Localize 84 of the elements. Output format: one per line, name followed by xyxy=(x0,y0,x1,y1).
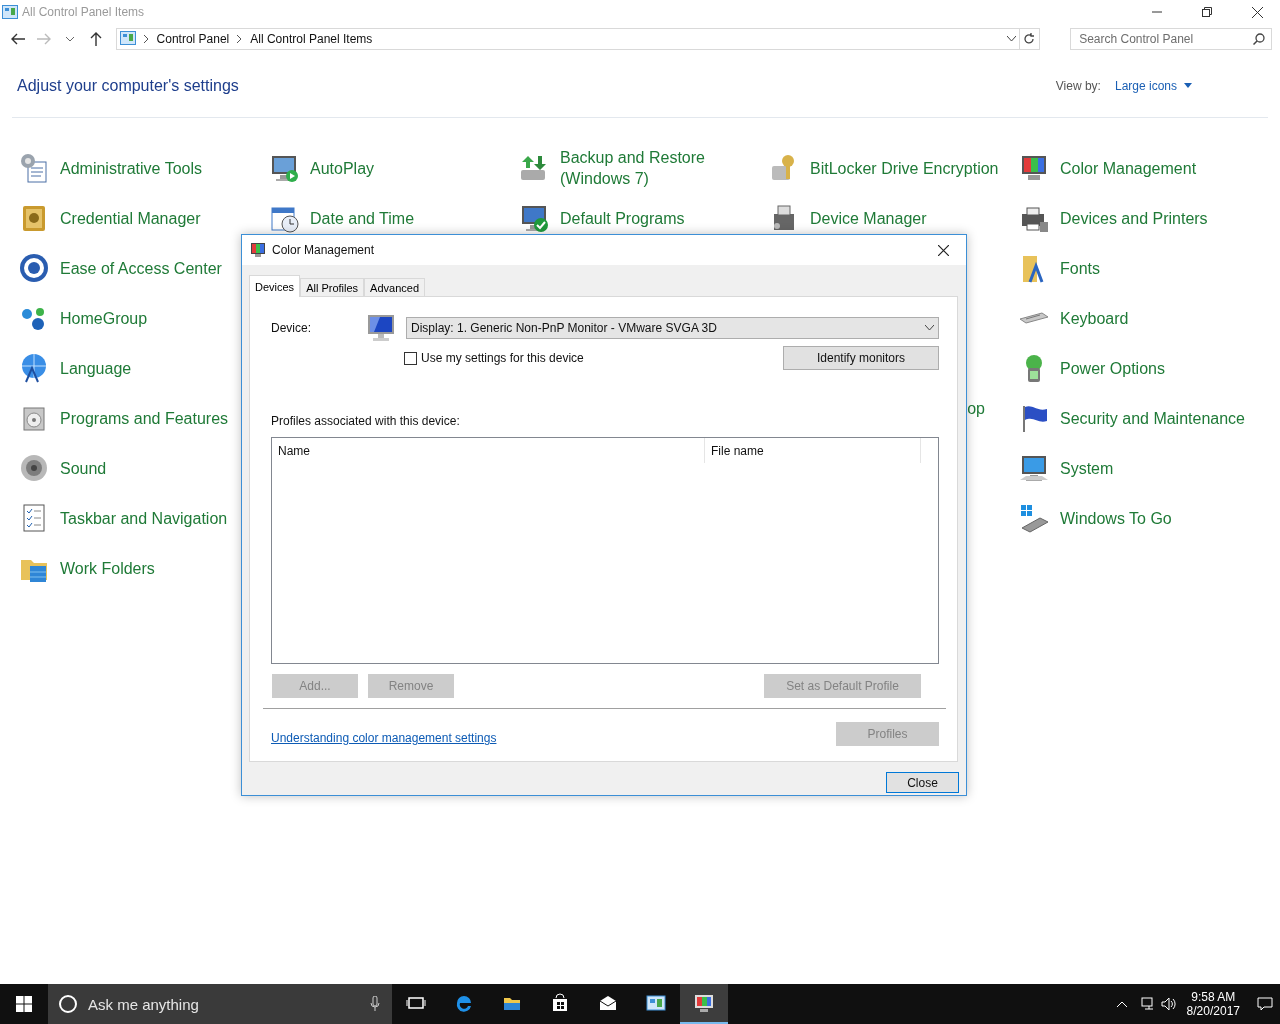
gear-icon xyxy=(18,152,50,184)
profiles-list[interactable]: Name File name xyxy=(271,437,939,664)
control-panel-item[interactable]: Backup and Restore (Windows 7) xyxy=(518,143,755,193)
dropdown-caret-icon xyxy=(1007,36,1017,42)
notification-icon xyxy=(1257,997,1273,1011)
chevron-icon xyxy=(143,35,149,43)
control-panel-item[interactable]: Sound xyxy=(18,443,107,493)
control-panel-item[interactable]: BitLocker Drive Encryption xyxy=(768,143,999,193)
control-panel-item[interactable]: Administrative Tools xyxy=(18,143,202,193)
control-panel-item[interactable]: HomeGroup xyxy=(18,293,148,343)
control-panel-icon xyxy=(2,5,18,19)
taskbar-search-field[interactable]: Ask me anything xyxy=(48,984,392,1024)
keyboard-icon xyxy=(1018,312,1050,324)
address-bar[interactable]: Control Panel All Control Panel Items xyxy=(115,28,1041,50)
control-panel-item[interactable]: Work Folders xyxy=(18,543,155,593)
clock-time[interactable]: 9:58 AM xyxy=(1191,990,1236,1004)
restore-icon xyxy=(1202,7,1212,17)
dialog-title: Color Management xyxy=(272,243,376,257)
control-panel-item[interactable]: Language xyxy=(18,343,132,393)
breadcrumb[interactable]: Control Panel xyxy=(156,32,230,46)
control-panel-item[interactable]: Credential Manager xyxy=(18,193,201,243)
control-panel-item[interactable]: Taskbar and Navigation xyxy=(18,493,228,543)
close-dialog-button[interactable]: Close xyxy=(886,772,959,793)
up-arrow-icon xyxy=(89,32,102,46)
control-panel-item[interactable]: Security and Maintenance xyxy=(1018,393,1245,443)
page-heading: Adjust your computer's settings xyxy=(17,76,239,95)
speaker-icon xyxy=(18,452,50,484)
usb-drive-icon xyxy=(1018,502,1050,534)
profiles-label: Profiles associated with this device: xyxy=(271,414,461,428)
caret-icon xyxy=(65,36,74,42)
tab[interactable]: Devices xyxy=(249,275,301,297)
color-monitor-icon xyxy=(694,993,714,1013)
back-arrow-icon xyxy=(10,33,25,45)
column-header[interactable]: File name xyxy=(705,438,921,463)
control-panel-icon xyxy=(119,30,136,45)
forward-arrow-icon xyxy=(36,33,51,45)
help-link[interactable]: Understanding color management settings xyxy=(271,731,497,745)
taskbar-app[interactable] xyxy=(680,984,728,1024)
control-panel-item[interactable]: op xyxy=(967,400,985,418)
use-my-settings-checkbox[interactable]: Use my settings for this device xyxy=(404,351,584,365)
dropdown-caret-icon xyxy=(925,325,934,331)
tab[interactable]: Advanced xyxy=(364,278,426,296)
search-icon xyxy=(1253,33,1266,45)
control-panel-item[interactable]: Programs and Features xyxy=(18,393,229,443)
column-header[interactable]: Name xyxy=(272,438,705,463)
control-panel-icon xyxy=(646,993,666,1013)
device-dropdown[interactable]: Display: 1. Generic Non-PnP Monitor - VMware SVGA 3D xyxy=(406,317,939,339)
search-field[interactable]: Search Control Panel xyxy=(1070,28,1273,50)
window-title: All Control Panel Items xyxy=(22,5,146,19)
control-panel-item[interactable]: Ease of Access Center xyxy=(18,243,222,293)
circle-icon xyxy=(58,994,78,1014)
microphone-icon xyxy=(370,996,380,1012)
color-monitor-icon xyxy=(250,242,266,258)
caret-up-icon xyxy=(1116,1001,1127,1007)
monitor-icon xyxy=(366,313,396,343)
volume-icon xyxy=(1160,997,1177,1011)
view-by-label: View by: xyxy=(1055,78,1101,93)
close-icon xyxy=(1251,6,1263,18)
dropdown-caret-icon xyxy=(1184,83,1192,88)
control-panel-item[interactable]: AutoPlay xyxy=(268,143,375,193)
control-panel-item[interactable]: Fonts xyxy=(1018,243,1100,293)
tab[interactable]: All Profiles xyxy=(300,278,365,296)
control-panel-item[interactable]: System xyxy=(1018,443,1114,493)
identify-monitors-button[interactable]: Identify monitors xyxy=(783,346,939,370)
breadcrumb[interactable]: All Control Panel Items xyxy=(250,32,373,46)
browser-icon xyxy=(454,993,474,1013)
control-panel-item[interactable]: Devices and Printers xyxy=(1018,193,1208,243)
windows-logo-icon xyxy=(16,996,32,1012)
mail-icon xyxy=(598,993,618,1013)
control-panel-item[interactable]: Power Options xyxy=(1018,343,1165,393)
control-panel-item[interactable]: Keyboard xyxy=(1018,293,1129,343)
view-by-dropdown[interactable]: Large icons xyxy=(1114,78,1192,93)
store-icon xyxy=(550,993,570,1013)
accessibility-icon xyxy=(18,252,50,284)
refresh-icon xyxy=(1023,33,1036,45)
clock-date[interactable]: 8/20/2017 xyxy=(1186,1004,1240,1018)
control-panel-item[interactable]: Default Programs xyxy=(518,193,685,243)
close-icon xyxy=(937,244,949,256)
device-label: Device: xyxy=(271,321,312,335)
control-panel-item[interactable]: Device Manager xyxy=(768,193,927,243)
chevron-icon xyxy=(237,35,243,43)
control-panel-item[interactable]: Windows To Go xyxy=(1018,493,1172,543)
control-panel-item[interactable]: Color Management xyxy=(1018,143,1197,193)
control-panel-item[interactable]: Date and Time xyxy=(268,193,415,243)
